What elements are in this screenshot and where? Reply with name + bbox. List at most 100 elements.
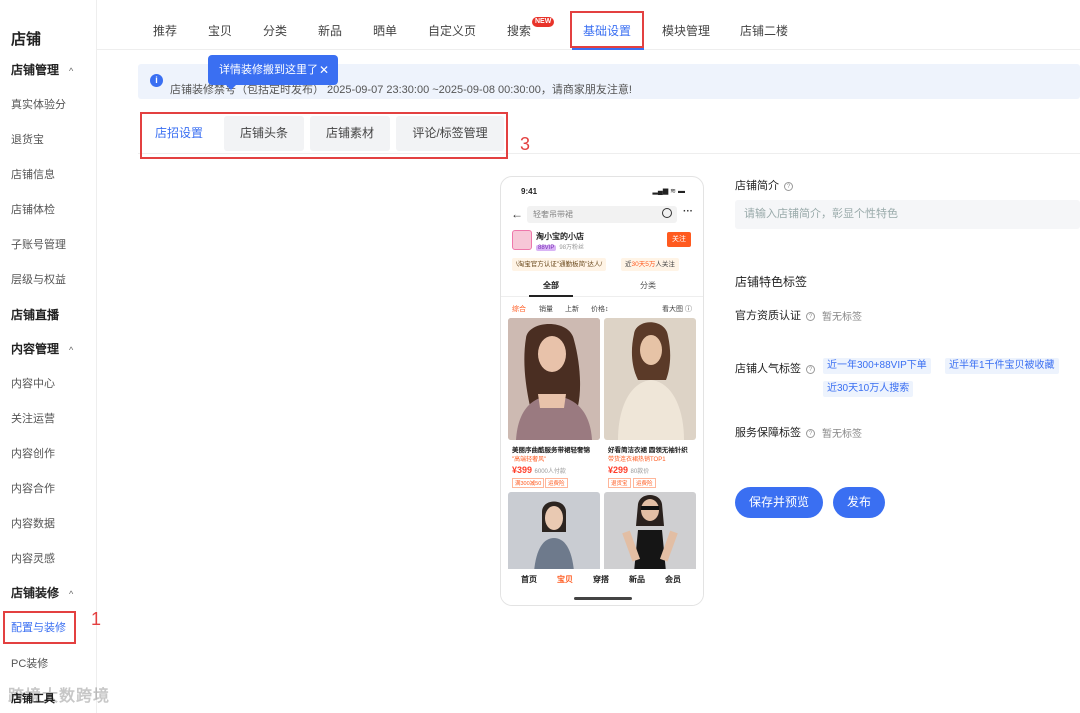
sidebar-item-content-coop[interactable]: 内容合作 xyxy=(11,480,55,496)
sidebar-title: 店铺 xyxy=(11,31,42,48)
tab-reviews[interactable]: 晒单 xyxy=(373,22,397,39)
sidebar-item-content-inspire[interactable]: 内容灵感 xyxy=(11,550,55,566)
sidebar-section-shop-manage[interactable]: 店铺管理 ^ xyxy=(11,61,73,78)
phone-sort-new: 上新 xyxy=(565,306,579,313)
phone-cert-tag: \淘宝官方认证"通勤板简"达人/ xyxy=(512,258,607,271)
annotation-box-3 xyxy=(140,112,508,159)
phone-nav-member: 会员 xyxy=(665,575,681,584)
sidebar-section-content-manage[interactable]: 内容管理 ^ xyxy=(11,340,73,357)
save-preview-button[interactable]: 保存并预览 xyxy=(735,487,823,518)
phone-tabs xyxy=(501,277,703,297)
tab-custom-page[interactable]: 自定义页 xyxy=(428,22,476,39)
phone-follow-button: 关注 xyxy=(667,232,691,247)
sidebar-item-shop-info[interactable]: 店铺信息 xyxy=(11,166,55,182)
tab-shop-second-floor[interactable]: 店铺二楼 xyxy=(740,22,788,39)
tab-new[interactable]: 新品 xyxy=(318,22,342,39)
tooltip-decor-moved: 详情装修搬到这里了 ✕ xyxy=(208,55,338,90)
shop-tags-title: 店铺特色标签 xyxy=(735,275,808,289)
popularity-label: 店铺人气标签? xyxy=(735,360,815,376)
phone-sort-bigview: 看大图 ⓘ xyxy=(662,306,692,313)
publish-button[interactable]: 发布 xyxy=(833,487,885,518)
popularity-chip-favorites: 近半年1千件宝贝被收藏 xyxy=(945,358,1059,374)
phone-nav-outfits: 穿搭 xyxy=(593,575,609,584)
product-badge-2b: 运费险 xyxy=(633,478,656,488)
product-badge-1a: 满300减50 xyxy=(512,478,545,488)
phone-sort-price: 价格↕ xyxy=(591,306,609,313)
help-icon[interactable]: ? xyxy=(806,429,815,438)
phone-home-indicator xyxy=(574,597,632,600)
phone-sort-default: 综合 xyxy=(512,306,526,313)
service-value: 暂无标签 xyxy=(822,429,862,440)
phone-search-text: 轻奢吊带裙 xyxy=(533,210,573,219)
popularity-chip-search: 近30天10万人搜索 xyxy=(823,381,914,397)
sidebar-item-levels[interactable]: 层级与权益 xyxy=(11,271,66,287)
phone-tab-underline xyxy=(529,295,573,297)
active-tab-underline xyxy=(572,48,644,50)
phone-follow-tag: 近30天5万人关注 xyxy=(621,258,679,271)
phone-nav-items: 宝贝 xyxy=(557,575,573,584)
phone-time: 9:41 xyxy=(521,187,538,196)
annotation-number-3: 3 xyxy=(520,134,531,154)
product-image-2 xyxy=(604,318,696,440)
product-image-1 xyxy=(508,318,600,440)
annotation-number-1: 1 xyxy=(91,609,102,629)
help-icon[interactable]: ? xyxy=(806,365,815,374)
sidebar-item-real-experience[interactable]: 真实体验分 xyxy=(11,96,66,112)
product-title-1: 美丽序曲酷服务带裙轻奢锦 xyxy=(512,447,590,454)
search-icon xyxy=(662,208,672,218)
chevron-up-icon: ^ xyxy=(69,66,74,76)
product-price-2: ¥299 80款价 xyxy=(608,465,650,475)
official-cert-value: 暂无标签 xyxy=(822,312,862,323)
shop-intro-input[interactable]: 请输入店铺简介，彰显个性特色 xyxy=(735,200,1080,229)
info-icon: i xyxy=(150,74,163,87)
sidebar-item-content-create[interactable]: 内容创作 xyxy=(11,445,55,461)
phone-shop-name: 淘小宝的小店 xyxy=(536,232,584,241)
sidebar-item-subaccount[interactable]: 子账号管理 xyxy=(11,236,66,252)
sidebar-item-content-data[interactable]: 内容数据 xyxy=(11,515,55,531)
phone-search-box: 轻奢吊带裙 xyxy=(527,206,677,223)
back-arrow-icon: ← xyxy=(511,207,523,221)
tab-category[interactable]: 分类 xyxy=(263,22,287,39)
phone-tab-category: 分类 xyxy=(640,281,656,290)
official-cert-label: 官方资质认证? xyxy=(735,307,815,323)
service-label: 服务保障标签? xyxy=(735,424,815,440)
product-price-1: ¥399 6000人付款 xyxy=(512,465,566,475)
new-badge: NEW xyxy=(532,17,555,27)
sidebar-section-shop-decor[interactable]: 店铺装修 ^ xyxy=(11,584,73,601)
sidebar-item-return-insurance[interactable]: 退货宝 xyxy=(11,131,44,147)
phone-tab-all: 全部 xyxy=(543,281,559,290)
help-icon[interactable]: ? xyxy=(806,312,815,321)
sidebar-item-content-center[interactable]: 内容中心 xyxy=(11,375,55,391)
sidebar: 店铺 店铺管理 ^ 真实体验分 退货宝 店铺信息 店铺体检 子账号管理 层级与权益… xyxy=(0,0,97,713)
sidebar-item-pc-decor[interactable]: PC装修 xyxy=(11,655,48,671)
phone-nav-new: 新品 xyxy=(629,575,645,584)
product-sub-1: "高端轻奢风" xyxy=(512,457,547,463)
phone-nav-home: 首页 xyxy=(521,575,537,584)
phone-sort-sales: 销量 xyxy=(539,306,553,313)
product-badge-1b: 运费险 xyxy=(545,478,568,488)
sidebar-item-follow-ops[interactable]: 关注运营 xyxy=(11,410,55,426)
product-sub-2: 带货连衣裙热销TOP1 xyxy=(608,457,666,463)
tab-items[interactable]: 宝贝 xyxy=(208,22,232,39)
tab-search[interactable]: 搜索 NEW xyxy=(507,17,555,39)
sidebar-item-shop-check[interactable]: 店铺体检 xyxy=(11,201,55,217)
chevron-up-icon: ^ xyxy=(69,345,74,355)
tooltip-arrow xyxy=(226,85,236,90)
annotation-box-2 xyxy=(570,11,644,48)
help-icon[interactable]: ? xyxy=(784,182,793,191)
sidebar-section-shop-live[interactable]: 店铺直播 xyxy=(11,306,59,323)
phone-shop-meta: 88VIP 98万粉丝 xyxy=(536,245,585,251)
product-image-4 xyxy=(604,492,696,572)
watermark: 跨境大数跨境 xyxy=(8,688,111,705)
tab-recommend[interactable]: 推荐 xyxy=(153,22,177,39)
product-image-3 xyxy=(508,492,600,572)
tooltip-text: 详情装修搬到这里了 xyxy=(219,64,318,76)
annotation-box-1 xyxy=(3,611,76,644)
popularity-chip-vip: 近一年300+88VIP下单 xyxy=(823,358,931,374)
phone-preview: 9:41 ▂▄▆ ≋ ▬ ← 轻奢吊带裙 ··· 淘小宝的小店 88VIP 98万… xyxy=(500,176,704,606)
signal-icon: ▂▄▆ ≋ ▬ xyxy=(652,188,685,195)
chevron-up-icon: ^ xyxy=(69,589,74,599)
more-icon: ··· xyxy=(683,206,693,217)
tab-module-manage[interactable]: 模块管理 xyxy=(662,22,710,39)
close-icon[interactable]: ✕ xyxy=(319,55,329,85)
